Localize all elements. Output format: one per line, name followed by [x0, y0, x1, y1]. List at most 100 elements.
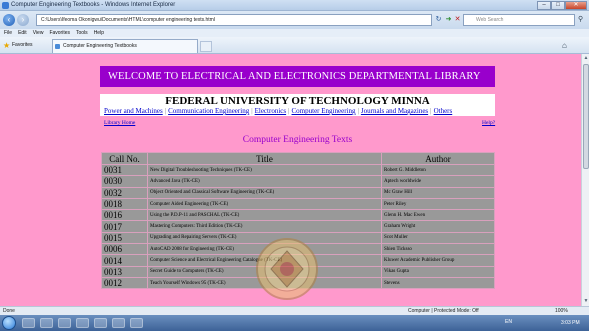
- status-text: Done: [3, 308, 15, 314]
- menu-favorites[interactable]: Favorites: [49, 29, 70, 37]
- taskbar-item-explorer[interactable]: [22, 318, 35, 328]
- zoom-level[interactable]: 100%: [555, 307, 568, 315]
- favorites-bar: ★ Favorites Computer Engineering Textboo…: [0, 37, 589, 54]
- search-input[interactable]: Web Search: [463, 14, 575, 26]
- scroll-down-icon[interactable]: ▼: [583, 298, 589, 304]
- author-cell: Glenn H. Mac Ewen: [381, 209, 495, 222]
- taskbar: EN 3:03 PM: [0, 315, 589, 331]
- minimize-button[interactable]: –: [537, 1, 551, 10]
- library-banner: WELCOME TO ELECTRICAL AND ELECTRONICS DE…: [100, 66, 495, 87]
- menu-file[interactable]: File: [4, 29, 12, 37]
- taskbar-item-media[interactable]: [40, 318, 53, 328]
- forward-button[interactable]: ›: [17, 14, 29, 26]
- title-cell: AutoCAD 2008 for Engineering (TK-CE): [147, 243, 382, 256]
- taskbar-item-ie[interactable]: [58, 318, 71, 328]
- menu-edit[interactable]: Edit: [18, 29, 27, 37]
- security-zone[interactable]: Computer | Protected Mode: Off: [408, 307, 479, 315]
- library-home-link[interactable]: Library Home: [104, 120, 135, 126]
- go-arrow-icon[interactable]: ➜: [444, 14, 453, 26]
- stop-icon[interactable]: ✕: [453, 14, 462, 26]
- call-number-cell: 0017: [101, 220, 148, 233]
- tab-computer-engineering-textbooks[interactable]: Computer Engineering Textbooks: [52, 39, 198, 53]
- start-button[interactable]: [2, 316, 16, 330]
- search-icon[interactable]: ⚲: [578, 15, 583, 23]
- table-row: 0016 Using the P.D.P-11 and PASCHAL (TK-C…: [101, 209, 495, 222]
- back-button[interactable]: ‹: [3, 14, 15, 26]
- refresh-icon[interactable]: ↻: [434, 14, 443, 26]
- table-row: 0006 AutoCAD 2008 for Engineering (TK-CE)…: [101, 243, 495, 256]
- page-viewport: WELCOME TO ELECTRICAL AND ELECTRONICS DE…: [0, 54, 581, 306]
- title-cell: Secret Guide to Computers (TK-CE): [147, 265, 382, 278]
- taskbar-item-paint[interactable]: [94, 318, 107, 328]
- table-row: 0015 Upgrading and Repairing Servers (TK-…: [101, 231, 495, 245]
- author-cell: Peter Riley: [381, 197, 495, 211]
- scrollbar-thumb[interactable]: [583, 64, 589, 169]
- window-title: Computer Engineering Textbooks - Windows…: [11, 2, 176, 8]
- title-cell: Upgrading and Repairing Servers (TK-CE): [147, 231, 382, 245]
- call-number-cell: 0014: [101, 254, 148, 267]
- taskbar-item-app[interactable]: [76, 318, 89, 328]
- column-header-author: Author: [381, 152, 495, 165]
- call-number-cell: 0015: [101, 231, 148, 245]
- author-cell: Aptech worldwide: [381, 175, 495, 188]
- system-tray-language[interactable]: EN: [505, 319, 512, 325]
- window-title-bar[interactable]: Computer Engineering Textbooks - Windows…: [0, 0, 589, 11]
- taskbar-item-chrome[interactable]: [112, 318, 125, 328]
- table-row: 0017 Mastering Computers: Third Edition (…: [101, 220, 495, 233]
- books-table: Call No. Title Author 0031 New Digital Tr…: [101, 152, 495, 290]
- call-number-cell: 0013: [101, 265, 148, 278]
- table-row: 0032 Object Oriented and Classical Softwa…: [101, 186, 495, 199]
- call-number-cell: 0032: [101, 186, 148, 199]
- call-number-cell: 0031: [101, 163, 148, 177]
- call-number-cell: 0018: [101, 197, 148, 211]
- help-link[interactable]: Help?: [482, 120, 495, 126]
- section-title: Computer Engineering Texts: [242, 135, 353, 145]
- table-row: 0013 Secret Guide to Computers (TK-CE) Vik…: [101, 265, 495, 278]
- window-controls: – □ ✕: [537, 1, 587, 10]
- table-row: 0030 Advanced Java (TK-CE) Aptech worldwid…: [101, 175, 495, 188]
- nav-link-electronics[interactable]: Electronics: [255, 107, 287, 115]
- table-header-row: Call No. Title Author: [101, 152, 495, 165]
- menu-help[interactable]: Help: [94, 29, 104, 37]
- nav-link-communication-engineering[interactable]: Communication Engineering: [168, 107, 249, 115]
- menu-tools[interactable]: Tools: [76, 29, 88, 37]
- maximize-button[interactable]: □: [551, 1, 565, 10]
- home-icon[interactable]: ⌂: [562, 41, 567, 50]
- author-cell: Graham Wright: [381, 220, 495, 233]
- nav-link-computer-engineering[interactable]: Computer Engineering: [292, 107, 356, 115]
- favorites-star-icon[interactable]: ★: [3, 41, 10, 50]
- address-input[interactable]: C:\Users\Ifeoma Okonigwu\Documents\HTML\…: [36, 14, 432, 26]
- call-number-cell: 0006: [101, 243, 148, 256]
- column-header-title: Title: [147, 152, 382, 165]
- vertical-scrollbar[interactable]: ▲ ▼: [581, 54, 589, 306]
- call-number-cell: 0016: [101, 209, 148, 222]
- title-cell: Advanced Java (TK-CE): [147, 175, 382, 188]
- ie-icon: [2, 2, 9, 9]
- favorites-button[interactable]: Favorites: [12, 42, 33, 48]
- call-number-cell: 0030: [101, 175, 148, 188]
- taskbar-clock[interactable]: 3:03 PM: [561, 320, 580, 326]
- author-cell: Kluwer Academic Publisher Group: [381, 254, 495, 267]
- nav-link-others[interactable]: Others: [434, 107, 453, 115]
- author-cell: Vikas Gupta: [381, 265, 495, 278]
- title-cell: Computer Aided Engineering (TK-CE): [147, 197, 382, 211]
- close-button[interactable]: ✕: [565, 1, 587, 10]
- scroll-up-icon[interactable]: ▲: [583, 55, 589, 61]
- status-bar: Done Computer | Protected Mode: Off 100%: [0, 306, 589, 315]
- author-cell: Stevens: [381, 276, 495, 290]
- nav-link-power-and-machines[interactable]: Power and Machines: [104, 107, 163, 115]
- table-row: 0031 New Digital Troubleshooting Techniqu…: [101, 163, 495, 177]
- column-header-call-no: Call No.: [101, 152, 148, 165]
- title-cell: Mastering Computers: Third Edition (TK-C…: [147, 220, 382, 233]
- menu-bar: File Edit View Favorites Tools Help: [0, 29, 589, 37]
- university-title: FEDERAL UNIVERSITY OF TECHNOLOGY MINNA: [165, 95, 430, 107]
- page-icon: [55, 44, 60, 49]
- author-cell: Shien Ticksso: [381, 243, 495, 256]
- title-cell: Computer Science and Electrical Engineer…: [147, 254, 382, 267]
- menu-view[interactable]: View: [33, 29, 44, 37]
- taskbar-item-other[interactable]: [130, 318, 143, 328]
- nav-link-journals-and-magazines[interactable]: Journals and Magazines: [361, 107, 428, 115]
- new-tab-button[interactable]: [200, 41, 212, 52]
- author-cell: Robert G. Middleton: [381, 163, 495, 177]
- call-number-cell: 0012: [101, 276, 148, 290]
